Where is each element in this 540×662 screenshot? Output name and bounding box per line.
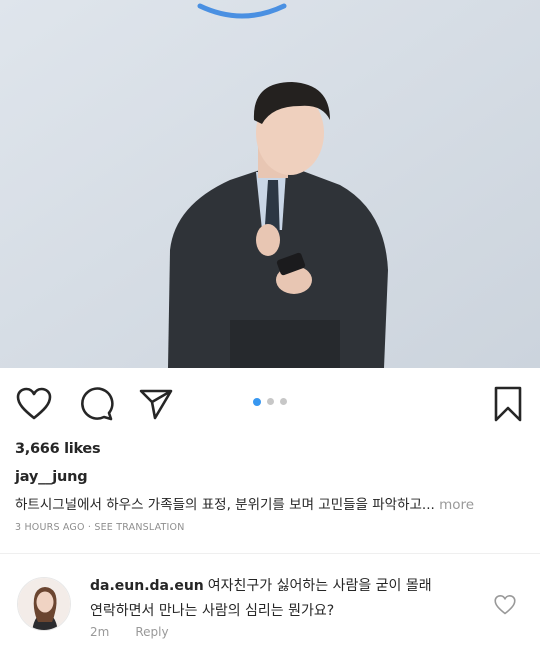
post-username[interactable]: jay__jung [15,469,88,485]
divider [0,553,540,554]
post-meta: 3 HOURS AGO · SEE TRANSLATION [15,522,185,533]
post-caption: 하트시그널에서 하우스 가족들의 표정, 분위기를 보며 고민들을 파악하고..… [15,493,474,513]
comment-username[interactable]: da.eun.da.eun [90,578,204,594]
more-link[interactable]: more [435,497,474,513]
post-photo[interactable] [0,0,540,368]
like-button[interactable] [14,384,54,424]
share-button[interactable] [136,384,176,424]
post-time: 3 HOURS AGO [15,522,85,533]
comment-item: da.eun.da.eun 여자친구가 싫어하는 사람을 굳이 몰래 연락하면서 … [0,560,540,660]
comment-like-button[interactable] [494,594,516,616]
bookmark-outline-icon [494,386,522,422]
avatar[interactable] [17,577,71,631]
comment-time: 2m [90,625,110,639]
paper-plane-icon [139,389,173,420]
comment-meta: 2m Reply [90,625,169,639]
likes-count[interactable]: 3,666 likes [15,441,101,457]
comment-button[interactable] [76,384,116,424]
comment-text-line2: 연락하면서 만나는 사람의 심리는 뭔가요? [90,603,335,619]
comment-text-line1: 여자친구가 싫어하는 사람을 굳이 몰래 [207,578,432,594]
comment-body: da.eun.da.eun 여자친구가 싫어하는 사람을 굳이 몰래 연락하면서 … [90,574,470,624]
heart-outline-icon [494,595,516,615]
post-action-bar [0,368,540,434]
avatar-image [18,578,70,630]
caption-text: 하트시그널에서 하우스 가족들의 표정, 분위기를 보며 고민들을 파악하고..… [15,497,435,513]
heart-outline-icon [16,387,52,420]
carousel-dot [280,398,287,405]
reply-button[interactable]: Reply [135,625,168,639]
meta-separator: · [84,522,95,533]
post-photo-illustration [0,0,540,368]
save-button[interactable] [488,384,528,424]
carousel-dot [253,397,261,406]
comment-bubble-icon [81,387,114,421]
carousel-dot [267,398,274,405]
carousel-indicator [253,397,287,406]
see-translation-link[interactable]: SEE TRANSLATION [94,522,184,533]
